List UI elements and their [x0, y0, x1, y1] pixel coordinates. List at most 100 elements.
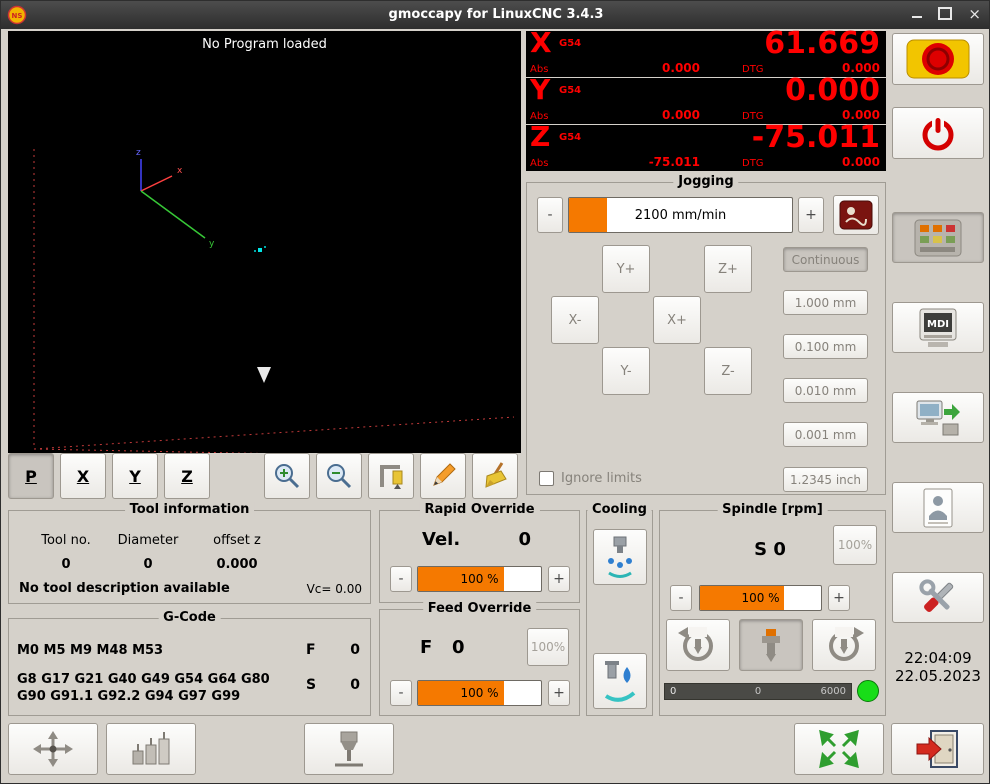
- feed-slider[interactable]: 100 %: [417, 680, 542, 706]
- block-height-button[interactable]: [106, 723, 196, 775]
- increment-0001mm-button[interactable]: 0.001 mm: [783, 422, 868, 447]
- jog-speed-minus-button[interactable]: -: [537, 197, 563, 233]
- jog-speed-slider[interactable]: 2100 mm/min: [568, 197, 793, 233]
- rapid-minus-button[interactable]: -: [390, 566, 412, 592]
- dro-row-y[interactable]: Y G54 0.000 Abs 0.000 DTG 0.000: [526, 78, 886, 124]
- user-tabs-button[interactable]: [892, 482, 984, 533]
- jog-y-minus-button[interactable]: Y-: [602, 347, 650, 395]
- zoom-in-button[interactable]: [264, 453, 310, 499]
- spindle-progress-bar: 0 0 6000: [664, 683, 852, 700]
- view-perspective-label: P: [25, 467, 37, 486]
- dro-dtg-label: DTG: [742, 158, 764, 169]
- machine-bounds-lines: [34, 149, 514, 453]
- dro-system: G54: [559, 132, 581, 143]
- view-z-label: Z: [181, 467, 193, 486]
- axis-y-label: y: [209, 239, 215, 249]
- tool-cone: [257, 367, 271, 383]
- jog-z-minus-button[interactable]: Z-: [704, 347, 752, 395]
- window-titlebar[interactable]: NS gmoccapy for LinuxCNC 3.4.3 ×: [1, 1, 990, 29]
- feed-reset-label: 100%: [531, 640, 565, 654]
- pencil-icon: [428, 461, 458, 491]
- block-height-icon: [129, 729, 173, 769]
- tool-no-header: Tool no.: [31, 533, 101, 548]
- origin-marker: [254, 246, 266, 252]
- ignore-limits-label: Ignore limits: [561, 471, 642, 486]
- settings-button[interactable]: [892, 572, 984, 623]
- mdi-mode-button[interactable]: MDI: [892, 302, 984, 353]
- jog-z-plus-button[interactable]: Z+: [704, 245, 752, 293]
- maximize-button[interactable]: [938, 7, 952, 20]
- turtle-jog-button[interactable]: [833, 195, 879, 235]
- preview-message: No Program loaded: [8, 37, 521, 52]
- s-label: S: [306, 677, 316, 693]
- tool-dimensions-button[interactable]: [368, 453, 414, 499]
- auto-mode-button[interactable]: [892, 392, 984, 443]
- increment-1mm-button[interactable]: 1.000 mm: [783, 290, 868, 315]
- increment-continuous-button[interactable]: Continuous: [783, 247, 868, 272]
- mist-button[interactable]: [593, 529, 647, 585]
- fullscreen-button[interactable]: [794, 723, 884, 775]
- dro-value: 61.669: [620, 29, 880, 59]
- dro-row-x[interactable]: X G54 61.669 Abs 0.000 DTG 0.000: [526, 31, 886, 77]
- flood-button[interactable]: [593, 653, 647, 709]
- jog-speed-plus-button[interactable]: +: [798, 197, 824, 233]
- view-y-button[interactable]: Y: [112, 453, 158, 499]
- jog-x-minus-button[interactable]: X-: [551, 296, 599, 344]
- increment-01mm-button[interactable]: 0.100 mm: [783, 334, 868, 359]
- edit-offsets-button[interactable]: [420, 453, 466, 499]
- zoom-out-icon: [324, 461, 354, 491]
- vel-value: 0: [518, 529, 531, 550]
- zoom-out-button[interactable]: [316, 453, 362, 499]
- ignore-limits-checkbox[interactable]: [539, 471, 554, 486]
- rapid-override-frame: Rapid Override Vel. 0 - 100 % +: [379, 510, 580, 603]
- feed-f-value: 0: [452, 637, 465, 658]
- mist-icon: [600, 535, 640, 579]
- estop-button[interactable]: [892, 33, 984, 85]
- machine-on-button[interactable]: [892, 107, 984, 159]
- spindle-plus-button[interactable]: +: [828, 585, 850, 611]
- feed-plus-button[interactable]: +: [548, 680, 570, 706]
- dro-abs-value: -75.011: [616, 155, 700, 169]
- dro-value: -75.011: [620, 123, 880, 153]
- spindle-ccw-button[interactable]: [666, 619, 730, 671]
- minimize-button[interactable]: [912, 9, 922, 19]
- clock-time: 22:04:09: [892, 649, 984, 667]
- dro-abs-label: Abs: [530, 158, 548, 169]
- tool-measure-button[interactable]: [304, 723, 394, 775]
- spindle-stop-button[interactable]: [739, 619, 803, 671]
- spindle-cw-button[interactable]: [812, 619, 876, 671]
- manual-mode-button[interactable]: [892, 212, 984, 263]
- jog-label: Y+: [617, 262, 636, 277]
- unit-toggle-button[interactable]: 1.2345 inch: [783, 467, 868, 492]
- gremlin-preview[interactable]: No Program loaded z x y: [8, 31, 521, 453]
- active-m-codes: M0 M5 M9 M48 M53: [17, 643, 163, 658]
- increment-001mm-button[interactable]: 0.010 mm: [783, 378, 868, 403]
- clear-plot-button[interactable]: [472, 453, 518, 499]
- jog-x-plus-button[interactable]: X+: [653, 296, 701, 344]
- rapid-plus-button[interactable]: +: [548, 566, 570, 592]
- touch-off-button[interactable]: [8, 723, 98, 775]
- view-perspective-button[interactable]: P: [8, 453, 54, 499]
- spindle-minus-button[interactable]: -: [670, 585, 692, 611]
- increment-label: Continuous: [792, 253, 860, 267]
- mdi-icon-label: MDI: [927, 319, 949, 330]
- plus-label: +: [833, 590, 845, 606]
- feed-reset-button[interactable]: 100%: [527, 628, 569, 666]
- spindle-reset-button[interactable]: 100%: [833, 525, 877, 565]
- dro-row-z[interactable]: Z G54 -75.011 Abs -75.011 DTG 0.000: [526, 125, 886, 171]
- close-button[interactable]: ×: [968, 8, 981, 20]
- s-value: 0: [350, 677, 360, 693]
- rapid-slider[interactable]: 100 %: [417, 566, 542, 592]
- manual-panel-icon: [914, 219, 962, 257]
- view-x-button[interactable]: X: [60, 453, 106, 499]
- spindle-at-speed-led: [857, 680, 879, 702]
- gcode-title: G-Code: [158, 610, 221, 625]
- feed-override-frame: Feed Override F 0 100% - 100 % +: [379, 609, 580, 716]
- view-z-button[interactable]: Z: [164, 453, 210, 499]
- exit-button[interactable]: [891, 723, 984, 775]
- feed-minus-button[interactable]: -: [390, 680, 412, 706]
- jog-y-plus-button[interactable]: Y+: [602, 245, 650, 293]
- diameter-value: 0: [113, 557, 183, 572]
- spindle-cw-icon: [822, 625, 866, 665]
- spindle-slider[interactable]: 100 %: [699, 585, 822, 611]
